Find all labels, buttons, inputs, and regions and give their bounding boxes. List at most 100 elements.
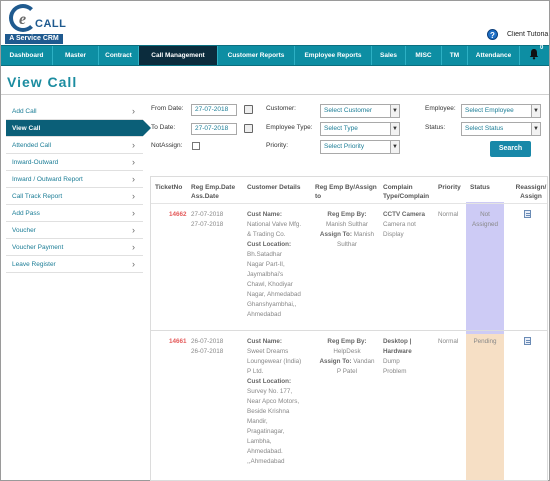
status-label: Status:: [425, 124, 446, 131]
sidebar-item-call-track-report[interactable]: Call Track Report ›: [6, 188, 143, 205]
not-assign-checkbox[interactable]: [192, 142, 200, 150]
employee-select[interactable]: Select Employee ▼: [461, 104, 541, 118]
col-header-reassign: Reassign/Assign: [515, 184, 547, 200]
status-select-value: Select Status: [465, 125, 504, 132]
not-assign-label: NotAssign:: [151, 142, 183, 149]
calendar-icon[interactable]: [244, 105, 253, 114]
page-title: View Call: [7, 74, 78, 90]
chevron-right-icon: ›: [132, 191, 135, 201]
nav-attendance[interactable]: Attendance: [468, 46, 520, 65]
priority-select-value: Select Priority: [324, 143, 365, 150]
sidebar-item-inward-outward[interactable]: Inward-Outward ›: [6, 154, 143, 171]
sidebar-item-label: Voucher Payment: [12, 244, 64, 251]
help-icon[interactable]: ?: [487, 29, 498, 40]
employee-type-label: Employee Type:: [266, 124, 313, 131]
employee-select-value: Select Employee: [465, 107, 514, 114]
reassign-icon[interactable]: [524, 210, 531, 218]
from-date-label: From Date:: [151, 105, 184, 112]
chevron-down-icon: ▼: [531, 105, 540, 117]
reg-date: 26-07-2018 26-07-2018: [191, 338, 224, 355]
chevron-right-icon: ›: [132, 225, 135, 235]
priority-label: Priority:: [266, 142, 289, 149]
reg-emp-details: Reg Emp By: HelpDesk Assign To: Vandan P…: [319, 338, 375, 375]
priority-value: Normal: [438, 338, 459, 345]
client-name[interactable]: Client Tutoria: [507, 31, 550, 38]
app-logo[interactable]: e CALL A Service CRM: [5, 4, 66, 46]
nav-contract[interactable]: Contract: [99, 46, 139, 65]
employee-type-select-value: Select Type: [324, 125, 358, 132]
sidebar-item-label: View Call: [12, 125, 41, 132]
nav-call-management[interactable]: Call Management: [139, 46, 218, 65]
col-header-reg-date: Reg Emp.Date Ass.Date: [191, 184, 236, 200]
sidebar-item-leave-register[interactable]: Leave Register ›: [6, 256, 143, 273]
sidebar-item-label: Add Call: [12, 108, 37, 115]
sidebar-item-view-call[interactable]: View Call: [6, 120, 151, 137]
chevron-down-icon: ▼: [390, 141, 399, 153]
sidebar-item-add-call[interactable]: Add Call ›: [6, 103, 143, 120]
main-nav: Dashboard Master Contract Call Managemen…: [1, 45, 549, 66]
status-value: Not Assigned: [472, 211, 498, 228]
chevron-right-icon: ›: [132, 259, 135, 269]
chevron-down-icon: ▼: [531, 123, 540, 135]
nav-master[interactable]: Master: [53, 46, 99, 65]
status-value: Pending: [473, 338, 497, 345]
sidebar-item-label: Add Pass: [12, 210, 40, 217]
ticket-number[interactable]: 14661: [169, 337, 187, 347]
priority-value: Normal: [438, 211, 459, 218]
chevron-right-icon: ›: [132, 106, 135, 116]
notification-count: 0: [540, 45, 544, 51]
complain-details: Desktop | Hardware Dump Problem: [383, 338, 412, 375]
col-header-reg-emp: Reg Emp By/Assign to: [315, 184, 377, 200]
from-date-input[interactable]: 27-07-2018: [191, 104, 237, 116]
chevron-right-icon: ›: [132, 208, 135, 218]
priority-select[interactable]: Select Priority ▼: [320, 140, 400, 154]
nav-tm[interactable]: TM: [442, 46, 468, 65]
sidebar-item-add-pass[interactable]: Add Pass ›: [6, 205, 143, 222]
nav-misc[interactable]: MISC: [406, 46, 442, 65]
customer-details: Cust Name: National Valve Mfg. & Trading…: [247, 211, 302, 318]
sidebar-item-label: Leave Register: [12, 261, 56, 268]
nav-employee-reports[interactable]: Employee Reports: [295, 46, 372, 65]
to-date-input[interactable]: 27-07-2018: [191, 123, 237, 135]
col-header-customer: Customer Details: [247, 184, 301, 191]
col-header-ticket: TicketNo: [155, 184, 183, 191]
employee-label: Employee:: [425, 105, 456, 112]
chevron-right-icon: ›: [132, 242, 135, 252]
ticket-number[interactable]: 14662: [169, 210, 187, 220]
employee-type-select[interactable]: Select Type ▼: [320, 122, 400, 136]
logo-tagline: A Service CRM: [5, 34, 63, 44]
reg-emp-details: Reg Emp By: Manish Sulthar Assign To: Ma…: [319, 211, 375, 248]
sidebar-item-label: Inward-Outward: [12, 159, 59, 166]
calls-table: TicketNo Reg Emp.Date Ass.Date Customer D…: [150, 176, 548, 481]
complain-details: CCTV Camera Camera not Display: [383, 211, 425, 238]
sidebar-item-label: Voucher: [12, 227, 36, 234]
customer-select[interactable]: Select Customer ▼: [320, 104, 400, 118]
status-select[interactable]: Select Status ▼: [461, 122, 541, 136]
sidebar-item-voucher[interactable]: Voucher ›: [6, 222, 143, 239]
row-divider: [151, 330, 547, 331]
reassign-icon[interactable]: [524, 337, 531, 345]
sidebar-item-inward-outward-report[interactable]: Inward / Outward Report ›: [6, 171, 143, 188]
nav-sales[interactable]: Sales: [372, 46, 406, 65]
nav-dashboard[interactable]: Dashboard: [1, 46, 53, 65]
sidebar-item-label: Attended Call: [12, 142, 52, 149]
logo-letter: e: [19, 11, 27, 28]
reg-date: 27-07-2018 27-07-2018: [191, 211, 224, 228]
customer-label: Customer:: [266, 105, 296, 112]
col-header-status: Status: [470, 184, 490, 191]
customer-select-value: Select Customer: [324, 107, 373, 114]
sidebar-item-attended-call[interactable]: Attended Call ›: [6, 137, 143, 154]
chevron-right-icon: ›: [132, 174, 135, 184]
chevron-down-icon: ▼: [390, 105, 399, 117]
sidebar: Add Call › View Call Attended Call › Inwar…: [6, 103, 151, 273]
col-header-priority: Priority: [438, 184, 461, 191]
nav-customer-reports[interactable]: Customer Reports: [218, 46, 295, 65]
search-button[interactable]: Search: [490, 141, 531, 157]
divider: [1, 94, 549, 95]
status-cell-bg: [466, 334, 504, 480]
sidebar-item-voucher-payment[interactable]: Voucher Payment ›: [6, 239, 143, 256]
header: e CALL A Service CRM ? Client Tutoria: [1, 1, 549, 45]
chevron-down-icon: ▼: [390, 123, 399, 135]
header-divider: [151, 203, 547, 204]
calendar-icon[interactable]: [244, 124, 253, 133]
